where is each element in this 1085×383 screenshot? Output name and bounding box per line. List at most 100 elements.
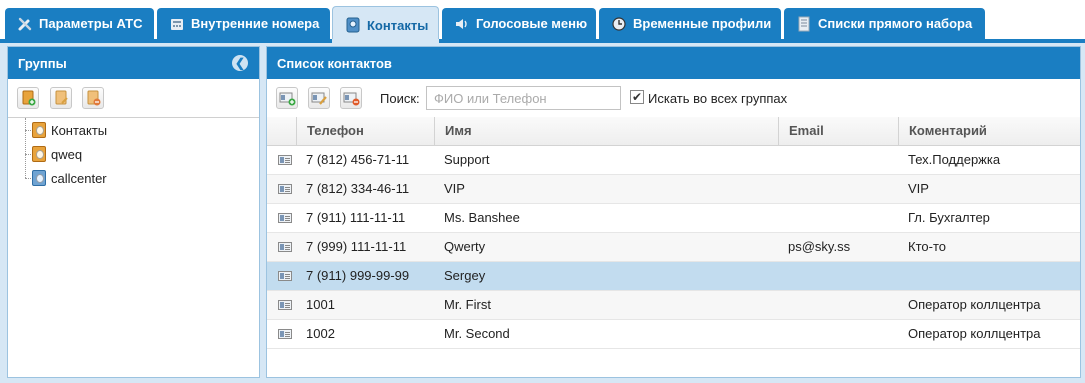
cell-email [778,291,788,319]
cell-email [778,320,788,348]
cell-phone: 7 (812) 456-71-11 [306,152,410,167]
cell-phone: 1002 [306,326,335,341]
add-contact-icon [279,92,296,106]
edit-contact-icon [311,92,327,105]
contact-card-icon [278,184,292,194]
tree-item-label: qweq [51,146,83,162]
table-row[interactable]: 1001 Mr. First Оператор коллцентра [267,291,1080,320]
tab-direct-dial-lists[interactable]: Списки прямого набора [784,8,985,39]
contact-card-icon [278,213,292,223]
cell-comment: VIP [908,181,929,196]
cell-name: Mr. First [444,297,491,312]
contacts-toolbar: Поиск: ✔ Искать во всех группах [267,79,1080,118]
column-header-comment[interactable]: Коментарий [898,117,1080,145]
column-header-phone[interactable]: Телефон [296,117,434,145]
phone-icon [171,19,183,30]
add-contact-button[interactable] [276,87,298,109]
list-icon [798,16,810,32]
add-group-button[interactable] [17,87,39,109]
tab-label: Голосовые меню [476,16,588,31]
contact-card-icon [278,271,292,281]
contacts-panel: Список контактов Поиск: ✔ Искать во всех… [266,46,1081,378]
tab-label: Внутренние номера [191,16,320,31]
cell-email [778,262,788,290]
table-row-selected[interactable]: 7 (911) 999-99-99 Sergey [267,262,1080,291]
tree-item-callcenter[interactable]: callcenter [32,168,107,188]
column-header-email[interactable]: Email [778,117,898,145]
table-row[interactable]: 7 (812) 334-46-11 VIP VIP [267,175,1080,204]
collapse-left-icon[interactable]: ❮ [232,55,248,71]
groups-panel: Группы ❮ Контакты qweq callcenter [7,46,260,378]
contacts-panel-title: Список контактов [277,55,392,71]
contact-card-icon [278,329,292,339]
tab-time-profiles[interactable]: Временные профили [599,8,781,39]
search-input[interactable] [426,86,621,110]
cell-name: Ms. Banshee [444,210,520,225]
edit-group-icon [55,90,68,105]
delete-contact-icon [343,92,360,106]
wrench-icon [18,17,32,31]
tab-extensions[interactable]: Внутренние номера [157,8,330,39]
column-header-name[interactable]: Имя [434,117,778,145]
add-group-icon [22,90,36,106]
cell-name: Sergey [444,268,486,283]
table-row[interactable]: 7 (999) 111-11-11 Qwerty ps@sky.ss Кто-т… [267,233,1080,262]
table-header: Телефон Имя Email Коментарий [267,117,1080,146]
cell-name: Qwerty [444,239,486,254]
cell-email: ps@sky.ss [788,239,851,254]
delete-group-button[interactable] [82,87,104,109]
tab-pbx-settings[interactable]: Параметры АТС [5,8,154,39]
cell-comment: Тех.Поддержка [908,152,1001,167]
search-all-groups-label: Искать во всех группах [648,91,788,106]
tree-item-contacts[interactable]: Контакты [32,120,107,140]
address-book-icon [32,146,46,162]
cell-comment: Кто-то [908,239,946,254]
edit-group-button[interactable] [50,87,72,109]
table-row[interactable]: 7 (812) 456-71-11 Support Тех.Поддержка [267,146,1080,175]
contact-card-icon [278,155,292,165]
cell-comment [898,262,908,290]
address-book-icon [32,122,46,138]
table-row[interactable]: 7 (911) 111-11-11 Ms. Banshee Гл. Бухгал… [267,204,1080,233]
cell-email [778,146,788,174]
cell-name: Support [444,152,490,167]
groups-toolbar [8,79,259,118]
delete-contact-button[interactable] [340,87,362,109]
contacts-table: Телефон Имя Email Коментарий 7 (812) 456… [267,117,1080,349]
groups-panel-header: Группы ❮ [8,47,259,79]
edit-contact-button[interactable] [308,87,330,109]
cell-name: Mr. Second [444,326,510,341]
cell-comment: Оператор коллцентра [908,297,1041,312]
tab-contacts[interactable]: Контакты [332,6,439,43]
speaker-icon [456,19,467,29]
search-all-groups-checkbox[interactable]: ✔ [630,90,644,104]
tab-voice-menus[interactable]: Голосовые меню [442,8,596,39]
tab-label: Списки прямого набора [818,16,973,31]
address-book-blue-icon [32,170,46,186]
cell-email [778,204,788,232]
contacts-icon [346,17,360,33]
clock-icon [612,17,626,31]
cell-phone: 7 (911) 111-11-11 [306,210,406,225]
tab-label: Параметры АТС [39,16,143,31]
cell-email [778,175,788,203]
cell-comment: Гл. Бухгалтер [908,210,990,225]
tree-item-label: callcenter [51,170,107,186]
search-label: Поиск: [380,91,420,106]
table-row[interactable]: 1002 Mr. Second Оператор коллцентра [267,320,1080,349]
tab-label: Временные профили [633,16,772,31]
groups-panel-title: Группы [18,55,67,71]
tab-label: Контакты [367,17,429,33]
delete-group-icon [87,90,101,106]
tab-bar: Параметры АТС Внутренние номера Контакты… [0,0,1085,43]
cell-phone: 7 (812) 334-46-11 [306,181,410,196]
contact-card-icon [278,300,292,310]
cell-phone: 7 (999) 111-11-11 [306,239,407,254]
tree-item-qweq[interactable]: qweq [32,144,82,164]
cell-name: VIP [444,181,465,196]
cell-comment: Оператор коллцентра [908,326,1041,341]
cell-phone: 1001 [306,297,335,312]
cell-phone: 7 (911) 999-99-99 [306,268,410,283]
contact-card-icon [278,242,292,252]
contacts-panel-header: Список контактов [267,47,1080,79]
